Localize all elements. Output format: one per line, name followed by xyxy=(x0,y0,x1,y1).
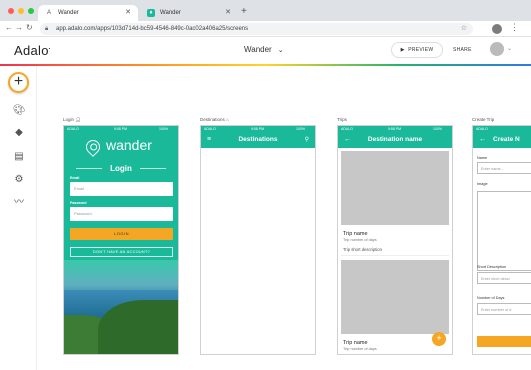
name-label: Name xyxy=(477,156,488,160)
palette-icon[interactable]: 🎨︎ xyxy=(12,104,26,118)
trips-screen[interactable]: ADALO 9:58 PM 100% ← Destination name Tr… xyxy=(337,125,453,355)
home-icon: ⌂ xyxy=(226,117,229,122)
trip-description: Trip short description xyxy=(343,247,382,252)
login-screen[interactable]: ADALO 9:58 PM 100% wander Login Email Em… xyxy=(63,125,179,355)
trip-days: Trip number of days xyxy=(343,347,377,351)
login-button[interactable]: LOGIN xyxy=(70,228,173,240)
create-trip-screen[interactable]: ADALO ← Create N Name Enter name... Imag… xyxy=(472,125,531,355)
left-toolbar: + 🎨︎ ◆ ▤ ⚙ 〰 xyxy=(0,66,37,370)
email-label: Email xyxy=(70,176,80,180)
app-header: Adalo• Wander ⌄ ▶ PREVIEW SHARE ⌄ xyxy=(0,37,531,64)
adalo-logo[interactable]: Adalo• xyxy=(14,43,50,58)
trip-days: Trip number of days xyxy=(343,238,377,242)
screen-label-trips[interactable]: Trips xyxy=(337,117,347,122)
password-label: Password xyxy=(70,201,87,205)
destinations-screen[interactable]: ADALO 9:58 PM 100% ≡ Destinations ⚲ xyxy=(200,125,316,355)
wander-icon: ♦ xyxy=(147,9,155,17)
adalo-icon: A xyxy=(46,10,51,16)
tab-title: Wander xyxy=(58,10,79,16)
chevron-down-icon: ⌄ xyxy=(277,47,284,54)
trip-image[interactable] xyxy=(341,260,449,334)
card-divider xyxy=(341,255,449,256)
chevron-down-icon[interactable]: ⌄ xyxy=(507,45,512,52)
close-tab-icon[interactable]: ✕ xyxy=(225,5,231,21)
back-arrow-icon[interactable]: ← xyxy=(479,132,486,148)
days-label: Number of Days xyxy=(477,296,505,300)
share-button[interactable]: SHARE xyxy=(453,47,472,53)
app-bar: ≡ Destinations ⚲ xyxy=(201,132,315,148)
layers-icon[interactable]: ◆ xyxy=(12,126,26,140)
carrier-text: ADALO xyxy=(67,127,79,131)
app-window: A Wander ✕ ♦ Wander ✕ + ← → ↻ 🔒︎ app.ada… xyxy=(0,0,531,370)
description-label: Short Description xyxy=(477,265,507,269)
status-bar: ADALO 9:58 PM 100% xyxy=(64,126,178,132)
browser-tab-1[interactable]: A Wander ✕ xyxy=(38,5,138,21)
app-bar-title: Destination name xyxy=(367,136,423,143)
browser-profile-avatar[interactable] xyxy=(492,24,502,34)
app-bar-title: Create N xyxy=(493,136,520,143)
analytics-icon[interactable]: 〰 xyxy=(12,196,26,210)
preview-label: PREVIEW xyxy=(408,47,434,53)
image-label: Image xyxy=(477,182,488,186)
trip-name: Trip name xyxy=(343,340,368,346)
app-bar: ← Destination name xyxy=(338,132,452,148)
name-field[interactable]: Enter name... xyxy=(477,162,531,174)
trip-image[interactable] xyxy=(341,151,449,225)
signup-button[interactable]: DON'T HAVE AN ACCOUNT? xyxy=(70,247,173,257)
logo-text: Adalo xyxy=(14,43,49,58)
browser-tab-2[interactable]: ♦ Wander ✕ xyxy=(140,5,238,21)
hill xyxy=(98,300,178,354)
image-picker[interactable] xyxy=(477,191,531,271)
screen-label-text: Destinations xyxy=(200,117,225,122)
screen-label-create-trip[interactable]: Create Trip xyxy=(472,117,494,122)
minimize-window-button[interactable] xyxy=(18,8,24,14)
forward-icon[interactable]: → xyxy=(15,23,23,32)
settings-icon[interactable]: ⚙ xyxy=(12,173,26,187)
browser-address-bar: ← → ↻ 🔒︎ app.adalo.com/apps/103d714d-bc5… xyxy=(0,21,531,37)
screen-label-text: Login xyxy=(63,117,75,122)
reload-icon[interactable]: ↻ xyxy=(26,23,33,32)
app-switcher[interactable]: Wander ⌄ xyxy=(244,45,284,54)
close-tab-icon[interactable]: ✕ xyxy=(125,5,131,21)
add-icon: + xyxy=(13,73,24,90)
preview-button[interactable]: ▶ PREVIEW xyxy=(391,42,443,58)
user-avatar[interactable] xyxy=(490,42,504,56)
description-field[interactable]: Enter short descr xyxy=(477,272,531,284)
search-icon[interactable]: ⚲ xyxy=(305,132,309,148)
screens-canvas[interactable]: Login 👤︎ ADALO 9:58 PM 100% wander Login… xyxy=(37,66,531,370)
browser-tab-bar: A Wander ✕ ♦ Wander ✕ + xyxy=(0,0,531,21)
trip-name: Trip name xyxy=(343,231,368,237)
app-bar: ← Create N xyxy=(473,132,531,148)
add-trip-button[interactable]: + xyxy=(432,332,446,346)
password-field[interactable]: Password xyxy=(70,207,173,221)
divider xyxy=(140,168,166,169)
add-component-button[interactable]: + xyxy=(8,72,29,93)
screen-label-login[interactable]: Login 👤︎ xyxy=(63,117,81,123)
url-field[interactable]: 🔒︎ app.adalo.com/apps/103d714d-bc59-4546… xyxy=(40,23,473,35)
close-window-button[interactable] xyxy=(8,8,14,14)
app-title: Wander xyxy=(244,45,272,54)
app-bar-title: Destinations xyxy=(238,136,278,143)
time-text: 9:58 PM xyxy=(114,127,128,131)
tab-title: Wander xyxy=(160,10,181,16)
email-field[interactable]: Email xyxy=(70,182,173,196)
screens-icon[interactable]: ▤ xyxy=(12,150,26,164)
days-field[interactable]: Enter number of d xyxy=(477,303,531,315)
url-text: app.adalo.com/apps/103d714d-bc59-4546-84… xyxy=(56,26,249,32)
brand-wordmark: wander xyxy=(106,137,152,153)
bookmark-star-icon[interactable]: ☆ xyxy=(461,23,467,35)
browser-menu-icon[interactable]: ⋮ xyxy=(510,22,519,33)
play-icon: ▶ xyxy=(400,47,405,53)
lock-icon: 🔒︎ xyxy=(45,26,49,32)
save-trip-button[interactable] xyxy=(477,336,531,347)
back-icon[interactable]: ← xyxy=(5,23,13,32)
maximize-window-button[interactable] xyxy=(28,8,34,14)
screen-label-destinations[interactable]: Destinations ⌂ xyxy=(200,117,229,122)
beach-photo xyxy=(64,260,178,354)
new-tab-icon[interactable]: + xyxy=(241,6,247,17)
battery-text: 100% xyxy=(159,127,168,131)
user-lock-icon: 👤︎ xyxy=(75,117,81,122)
